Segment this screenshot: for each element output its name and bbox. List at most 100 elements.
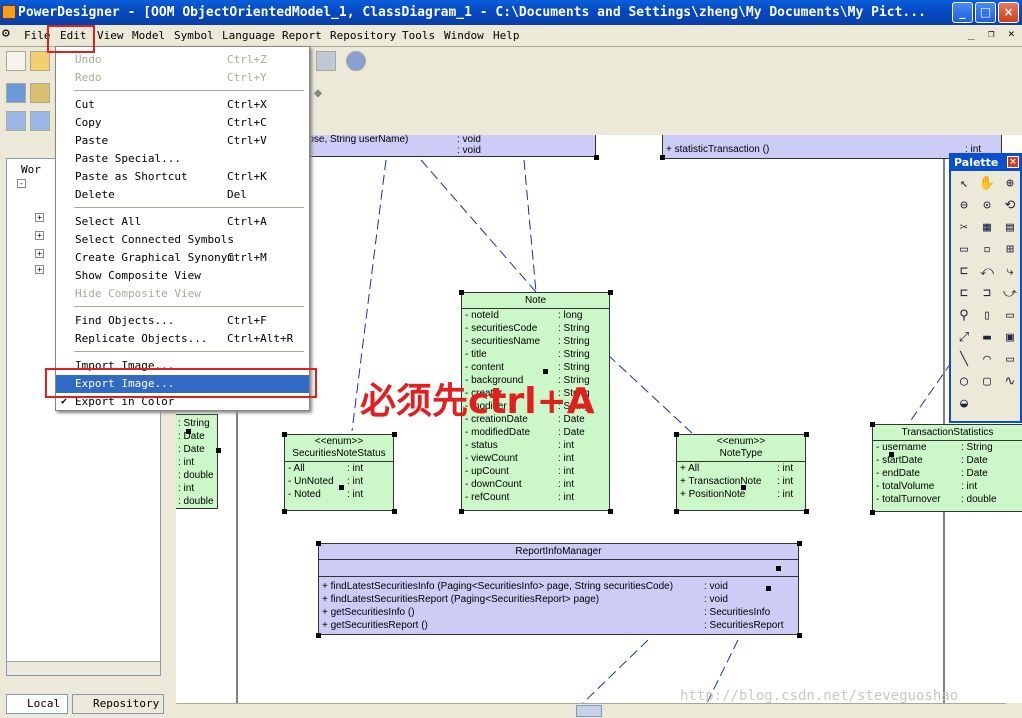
menu-help[interactable]: Help (493, 29, 520, 42)
aggregation-icon[interactable]: ⤷ (1001, 263, 1019, 281)
menu-symbol[interactable]: Symbol (174, 29, 214, 42)
tree-expand-icon[interactable]: - (17, 179, 26, 188)
menu-item-cut[interactable]: Cut Ctrl+X (56, 96, 309, 114)
web-icon[interactable] (346, 51, 366, 71)
class-fragment-left[interactable]: : String : Date : Date : int : double : … (176, 414, 218, 509)
selection-handle[interactable] (674, 509, 679, 514)
selection-handle[interactable] (216, 448, 221, 453)
generalization-icon[interactable]: ⊏ (955, 263, 973, 281)
selection-handle[interactable] (459, 290, 464, 295)
output-icon[interactable] (30, 111, 50, 131)
selection-handle[interactable] (608, 290, 613, 295)
menu-report[interactable]: Report (282, 29, 322, 42)
selection-handle[interactable] (392, 432, 397, 437)
package-icon[interactable]: ▦ (978, 219, 996, 237)
toolbar-chevron-icon[interactable]: ◆ (308, 83, 328, 103)
zoom-fit-icon[interactable]: ⊙ (978, 197, 996, 215)
scroll-thumb[interactable] (576, 705, 602, 717)
toolbar-tool-icon[interactable] (316, 51, 336, 71)
text-icon[interactable]: ▬ (978, 329, 996, 347)
selection-handle[interactable] (804, 509, 809, 514)
selection-handle[interactable] (339, 485, 344, 490)
selection-handle[interactable] (459, 509, 464, 514)
realization-icon[interactable]: ⤻ (1001, 285, 1019, 303)
class-transaction-statistics[interactable]: TransactionStatistics - username: String… (872, 424, 1022, 512)
tree-expand-icon[interactable]: + (35, 249, 44, 258)
selection-handle[interactable] (674, 432, 679, 437)
selection-handle[interactable] (594, 155, 599, 160)
part-icon[interactable]: ⊞ (1001, 241, 1019, 259)
close-button[interactable]: × (998, 2, 1019, 23)
grabber-icon[interactable]: ✋ (978, 175, 996, 193)
rectangle-icon[interactable]: ▭ (1001, 351, 1019, 369)
selection-handle[interactable] (186, 429, 191, 434)
selection-handle[interactable] (889, 452, 894, 457)
menu-item-paste-special[interactable]: Paste Special... (56, 150, 309, 168)
selection-handle[interactable] (804, 432, 809, 437)
association-icon[interactable]: ⤺ (978, 263, 996, 281)
polyline-icon[interactable]: ∿ (1001, 373, 1019, 391)
menu-item-redo[interactable]: Redo Ctrl+Y (56, 69, 309, 87)
mdi-restore-icon[interactable]: ❐ (988, 27, 995, 40)
selection-handle[interactable] (797, 541, 802, 546)
undo-icon[interactable]: ⟲ (1001, 197, 1019, 215)
port-icon[interactable]: ▫ (978, 241, 996, 259)
mdi-minimize-icon[interactable]: _ (968, 27, 975, 40)
selection-handle[interactable] (870, 422, 875, 427)
selection-handle[interactable] (870, 510, 875, 515)
tree-expand-icon[interactable]: + (35, 265, 44, 274)
require-link-icon[interactable]: ⚲ (955, 307, 973, 325)
selection-handle[interactable] (316, 541, 321, 546)
mdi-close-icon[interactable]: × (1008, 27, 1015, 40)
composition-icon[interactable]: ⊏ (955, 285, 973, 303)
selection-handle[interactable] (282, 509, 287, 514)
tab-repository[interactable]: Repository (72, 694, 164, 714)
menu-item-delete[interactable]: Delete Del (56, 186, 309, 204)
cut-icon[interactable]: ✂ (955, 219, 973, 237)
selection-handle[interactable] (660, 155, 665, 160)
palette-close-icon[interactable]: × (1007, 156, 1019, 168)
zoom-out-icon[interactable]: ⊖ (955, 197, 973, 215)
menu-repository[interactable]: Repository (330, 29, 396, 42)
class-report-info-manager[interactable]: ReportInfoManager + findLatestSecurities… (318, 543, 799, 635)
file-icon[interactable]: ▯ (978, 307, 996, 325)
selection-handle[interactable] (392, 509, 397, 514)
open-icon[interactable] (30, 51, 50, 71)
menu-tools[interactable]: Tools (402, 29, 435, 42)
menu-item-create-graphical-synonym[interactable]: Create Graphical Synonym Ctrl+M (56, 249, 309, 267)
enum-securities-note-status[interactable]: <<enum>> SecuritiesNoteStatus - All: int… (284, 434, 394, 511)
menu-item-select-all[interactable]: Select All Ctrl+A (56, 213, 309, 231)
save-icon[interactable] (6, 83, 26, 103)
note-icon[interactable]: ▭ (1001, 307, 1019, 325)
tree-expand-icon[interactable]: + (35, 231, 44, 240)
ellipse-icon[interactable]: ◯ (955, 373, 973, 391)
title-icon[interactable]: ▣ (1001, 329, 1019, 347)
menu-language[interactable]: Language (222, 29, 275, 42)
canvas-hscrollbar[interactable] (176, 703, 1006, 718)
menu-item-hide-composite-view[interactable]: Hide Composite View (56, 285, 309, 303)
tab-local[interactable]: Local (6, 694, 68, 714)
menu-item-paste[interactable]: Paste Ctrl+V (56, 132, 309, 150)
selection-handle[interactable] (766, 586, 771, 591)
enum-note-type[interactable]: <<enum>> NoteType + All: int + Transactio… (676, 434, 806, 511)
maximize-button[interactable]: □ (975, 2, 996, 23)
browser-icon[interactable] (6, 111, 26, 131)
menu-item-copy[interactable]: Copy Ctrl+C (56, 114, 309, 132)
menu-model[interactable]: Model (132, 29, 165, 42)
selection-handle[interactable] (797, 633, 802, 638)
menu-item-find-objects[interactable]: Find Objects... Ctrl+F (56, 312, 309, 330)
menu-item-replicate-objects[interactable]: Replicate Objects... Ctrl+Alt+R (56, 330, 309, 348)
tree-root[interactable]: Wor (21, 163, 41, 176)
properties-icon[interactable] (30, 83, 50, 103)
class-fragment-top-left[interactable]: ...ose, String userName): void : void (296, 135, 596, 157)
menu-view[interactable]: View (97, 29, 124, 42)
selection-handle[interactable] (608, 509, 613, 514)
menu-item-select-connected-symbols[interactable]: Select Connected Symbols (56, 231, 309, 249)
polygon-icon[interactable]: ◒ (955, 395, 973, 413)
selection-handle[interactable] (776, 566, 781, 571)
minimize-button[interactable]: _ (952, 2, 973, 23)
rounded-rect-icon[interactable]: ▢ (978, 373, 996, 391)
class-icon[interactable]: ▤ (1001, 219, 1019, 237)
zoom-in-icon[interactable]: ⊕ (1001, 175, 1019, 193)
link-icon[interactable]: ⤢ (955, 329, 973, 347)
